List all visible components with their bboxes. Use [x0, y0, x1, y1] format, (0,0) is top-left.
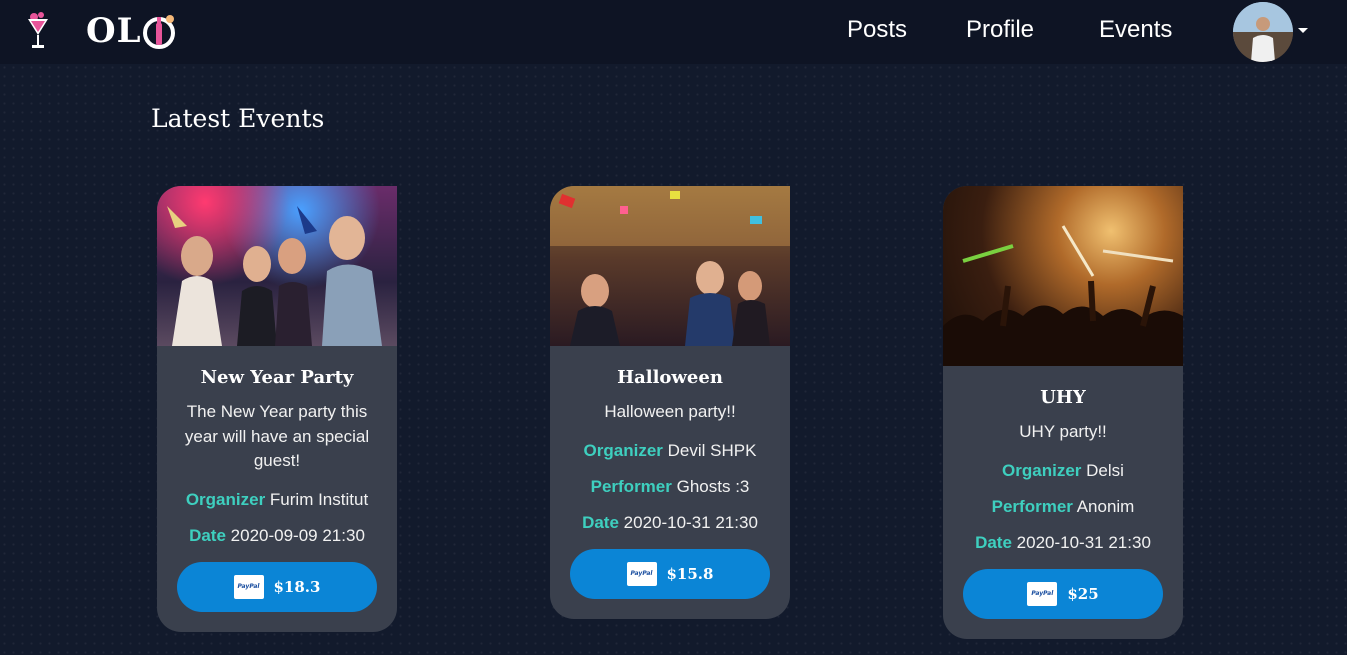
- event-description: Halloween party!!: [604, 402, 736, 421]
- organizer-label: Organizer: [1002, 460, 1082, 480]
- event-organizer: Organizer Devil SHPK: [562, 441, 778, 461]
- event-image: [157, 186, 397, 346]
- paypal-icon: PayPal: [1027, 581, 1058, 606]
- event-card: New Year Party The New Year party this y…: [157, 186, 397, 632]
- cocktail-glass-icon: [28, 12, 48, 48]
- page-title: Latest Events: [151, 104, 325, 133]
- event-organizer: Organizer Delsi: [955, 461, 1171, 481]
- nav-events-link[interactable]: Events: [1099, 16, 1172, 44]
- organizer-label: Organizer: [185, 489, 266, 509]
- organizer-value: Furim Institut: [269, 489, 369, 509]
- event-performer: Performer Ghosts :3: [562, 477, 778, 497]
- paypal-buy-button[interactable]: PayPal $15.8: [570, 548, 770, 599]
- date-value: 2020-10-31 21:30: [623, 512, 758, 532]
- party-people-image: [167, 206, 382, 346]
- performer-label: Performer: [590, 476, 672, 496]
- organizer-label: Organizer: [583, 440, 663, 460]
- paypal-buy-button[interactable]: PayPal $25: [963, 568, 1163, 619]
- avatar-photo: [1233, 2, 1293, 62]
- date-label: Date: [975, 532, 1012, 552]
- halloween-party-image: [550, 186, 790, 346]
- date-label: Date: [582, 512, 619, 532]
- chevron-down-icon[interactable]: [1298, 28, 1308, 33]
- date-value: 2020-09-09 21:30: [230, 525, 365, 545]
- event-image: [550, 186, 790, 346]
- nav-posts-link[interactable]: Posts: [847, 16, 907, 44]
- paypal-icon: PayPal: [233, 574, 264, 599]
- event-price: $25: [1067, 584, 1099, 603]
- concert-crowd-image: [943, 225, 1183, 366]
- paypal-icon: PayPal: [626, 561, 657, 586]
- nav-profile-link[interactable]: Profile: [966, 16, 1034, 44]
- brand-logo[interactable]: OL: [26, 9, 176, 53]
- organizer-value: Delsi: [1086, 460, 1124, 480]
- event-card: UHY UHY party!! Organizer Delsi Performe…: [943, 186, 1183, 639]
- performer-value: Anonim: [1076, 496, 1135, 516]
- event-image: [943, 186, 1183, 366]
- event-date: Date 2020-10-31 21:30: [562, 513, 778, 533]
- event-title: Halloween: [617, 367, 723, 388]
- event-description: The New Year party this year will have a…: [184, 402, 370, 470]
- event-date: Date 2020-09-09 21:30: [169, 526, 385, 546]
- logo-text: OL: [86, 11, 142, 51]
- date-label: Date: [189, 525, 226, 545]
- organizer-value: Devil SHPK: [667, 440, 757, 460]
- paypal-buy-button[interactable]: PayPal $18.3: [177, 561, 377, 612]
- event-title: UHY: [1040, 387, 1086, 408]
- event-title: New Year Party: [200, 367, 354, 388]
- top-navbar: OL Posts Profile Events: [0, 0, 1347, 64]
- event-organizer: Organizer Furim Institut: [169, 490, 385, 510]
- event-performer: Performer Anonim: [955, 497, 1171, 517]
- performer-label: Performer: [991, 496, 1073, 516]
- bottle-icon: [142, 15, 175, 49]
- event-price: $15.8: [666, 564, 714, 583]
- event-price: $18.3: [273, 577, 321, 596]
- event-date: Date 2020-10-31 21:30: [955, 533, 1171, 553]
- date-value: 2020-10-31 21:30: [1016, 532, 1151, 552]
- event-card: Halloween Halloween party!! Organizer De…: [550, 186, 790, 619]
- performer-value: Ghosts :3: [676, 476, 750, 496]
- user-avatar[interactable]: [1233, 2, 1293, 62]
- event-description: UHY party!!: [1019, 422, 1107, 441]
